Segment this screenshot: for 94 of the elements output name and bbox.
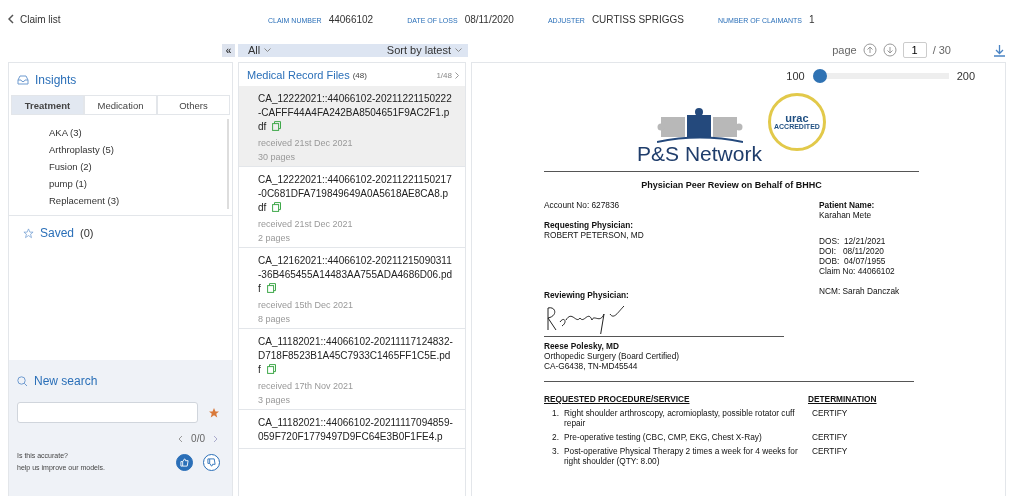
- page-count: 30 pages: [258, 152, 297, 162]
- filter-sort-bar[interactable]: All Sort by latest: [238, 43, 468, 57]
- file-name: CA_11182021::44066102-20211117094859-059F720F1779497D9FC64E3B0F1FE4.p: [258, 416, 453, 444]
- collapse-button[interactable]: «: [222, 43, 235, 57]
- insight-item[interactable]: AKA (3): [49, 127, 229, 139]
- thumbs-down-icon: [207, 457, 216, 467]
- page-count: 3 pages: [258, 395, 292, 405]
- chevron-right-icon[interactable]: [455, 71, 459, 79]
- insight-item[interactable]: Replacement (3): [49, 195, 229, 207]
- procedure-text: Right shoulder arthroscopy, acromioplasty, possible rotator cuff repair: [564, 408, 796, 428]
- saved-count: (0): [80, 227, 94, 239]
- copy-icon[interactable]: [272, 121, 282, 131]
- page-label: page: [832, 44, 857, 56]
- insight-item[interactable]: Arthroplasty (5): [49, 144, 229, 156]
- page-count: 2 pages: [258, 233, 292, 243]
- star-icon[interactable]: [208, 406, 220, 419]
- copy-icon[interactable]: [266, 364, 276, 374]
- star-outline-icon: [23, 227, 34, 239]
- files-position[interactable]: 1/48: [436, 70, 452, 80]
- caret-icon: [264, 48, 272, 52]
- thumbs-up-icon: [180, 457, 189, 467]
- reviewer-name: Reese Polesky, MD: [544, 341, 621, 351]
- document-title: Physician Peer Review on Behalf of BHHC: [640, 180, 823, 190]
- page-up-icon[interactable]: [862, 43, 877, 57]
- requesting-label: Requesting Physician:: [544, 220, 634, 230]
- file-name: CA_12162021::44066102-20211215090311-36B465455A14483AA755ADA4686D06.pdf: [258, 254, 453, 296]
- patient-name: Karahan Mete: [819, 210, 873, 220]
- claim-list-back-link[interactable]: Claim list: [8, 13, 268, 25]
- reviewing-label: Reviewing Physician:: [544, 290, 630, 300]
- caret-icon: [455, 48, 462, 52]
- search-field[interactable]: [17, 402, 198, 423]
- patient-detail: DOB: 04/07/1955: [819, 256, 887, 266]
- slider-thumb[interactable]: [812, 69, 827, 83]
- patient-detail: DOS: 12/21/2021: [819, 236, 887, 246]
- reviewer-detail: CA-G6438, TN-MD45544: [544, 361, 639, 371]
- insights-tab[interactable]: Treatment: [11, 95, 84, 115]
- insights-tab[interactable]: Others: [157, 95, 230, 115]
- back-chevron-icon: [8, 14, 14, 24]
- page-count: 8 pages: [258, 314, 292, 324]
- inbox-icon: [17, 75, 29, 85]
- zoom-max-label: 200: [956, 70, 975, 82]
- requesting-name: ROBERT PETERSON, MD: [544, 230, 645, 240]
- row-number: 3.: [551, 446, 560, 458]
- file-name: CA_11182021::44066102-20211117124832-D718F8523B1A45C7933C1465FF1C5E.pdf: [258, 335, 453, 377]
- insights-tab[interactable]: Medication: [84, 95, 157, 115]
- files-count: (48): [352, 70, 367, 80]
- copy-icon[interactable]: [266, 283, 276, 293]
- new-search-title: New search: [34, 374, 98, 388]
- next-icon[interactable]: [213, 434, 218, 443]
- received-date: received 21st Dec 2021: [258, 138, 354, 148]
- received-date: received 17th Nov 2021: [258, 381, 355, 391]
- previous-icon[interactable]: [178, 434, 184, 443]
- files-title: Medical Record Files: [247, 69, 350, 81]
- download-icon[interactable]: [993, 43, 1006, 57]
- ncm-name: NCM: Sarah Danczak: [819, 286, 901, 296]
- insight-item[interactable]: Fusion (2): [49, 161, 229, 173]
- determination-text: CERTIFY: [812, 408, 848, 420]
- insight-item[interactable]: pump (1): [49, 178, 229, 190]
- thumbs-up-button[interactable]: [176, 453, 193, 471]
- sort-dropdown[interactable]: Sort by latest: [386, 44, 462, 56]
- zoom-min-label: 100: [786, 70, 805, 82]
- search-icon: [17, 375, 28, 387]
- page-down-icon[interactable]: [882, 43, 897, 57]
- file-item[interactable]: CA_12222021::44066102-20211221150222-CAFFF44A4FA242BA8504651F9AC2F1.pdf received 21st Dec 2021 30 pages: [239, 86, 465, 167]
- procedure-text: Pre-operative testing (CBC, CMP, EKG, Chest X-Ray): [564, 432, 763, 442]
- procedure-text: Post-operative Physical Therapy 2 times a week for 4 weeks for right shoulder (QTY: 8.00): [564, 446, 799, 466]
- thumbs-down-button[interactable]: [203, 453, 220, 471]
- filter-dropdown[interactable]: All: [248, 44, 272, 56]
- claim-field-value: 1: [808, 13, 815, 25]
- page-total: / 30: [932, 44, 951, 56]
- reviewer-detail: Orthopedic Surgery (Board Certified): [544, 351, 681, 361]
- result-counter: 0/0: [191, 433, 205, 444]
- procedure-column-heading: REQUESTED PROCEDURE/SERVICE: [544, 394, 690, 404]
- determination-column-heading: DETERMINATION: [808, 394, 878, 404]
- row-number: 2.: [551, 432, 560, 442]
- received-date: received 15th Dec 2021: [258, 300, 355, 310]
- saved-title[interactable]: Saved: [40, 226, 75, 240]
- row-number: 1.: [551, 408, 560, 420]
- logo-text: P&S Network: [637, 143, 762, 165]
- copy-icon[interactable]: [272, 202, 282, 212]
- claim-field-value: 44066102: [328, 13, 374, 25]
- patient-detail: DOI: 08/11/2020: [819, 246, 885, 256]
- determination-text: CERTIFY: [812, 432, 848, 442]
- patient-detail: Claim No: 44066102: [819, 266, 896, 276]
- account-number: Account No: 627836: [544, 200, 621, 210]
- claim-field-value: 08/11/2020: [464, 13, 514, 25]
- insights-title: Insights: [35, 73, 77, 87]
- file-name: CA_12222021::44066102-20211221150217-0C681DFA719849649A0A5618AE8CA8.pdf: [258, 173, 453, 215]
- patient-label: Patient Name:: [819, 200, 876, 210]
- page-input[interactable]: 1: [902, 42, 927, 58]
- determination-text: CERTIFY: [812, 446, 848, 458]
- file-name: CA_12222021::44066102-20211221150222-CAFFF44A4FA242BA8504651F9AC2F1.pdf: [258, 92, 453, 134]
- received-date: received 21st Dec 2021: [258, 219, 354, 229]
- claim-field-value: CURTISS SPRIGGS: [591, 13, 684, 25]
